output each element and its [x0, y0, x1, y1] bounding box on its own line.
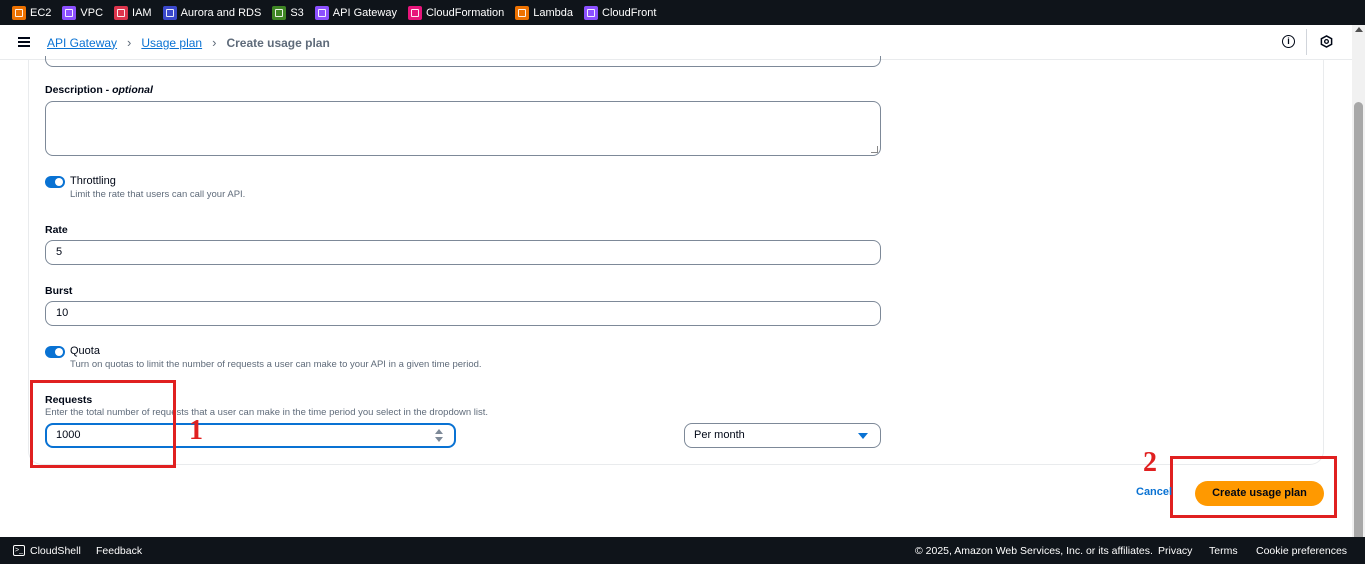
quota-label: Quota	[70, 345, 100, 357]
service-shortcut-s3[interactable]: S3	[272, 5, 304, 20]
info-icon[interactable]: i	[1282, 35, 1295, 48]
resize-grip-icon[interactable]	[871, 146, 878, 153]
rate-label: Rate	[45, 224, 68, 236]
breadcrumb-usage-plan[interactable]: Usage plan	[141, 36, 202, 50]
description-label: Description - optional	[45, 84, 153, 96]
header-divider	[1306, 29, 1307, 55]
service-shortcut-cloudfront[interactable]: CloudFront	[584, 5, 657, 20]
service-label: Aurora and RDS	[180, 6, 262, 19]
service-label: IAM	[132, 6, 152, 19]
chevron-right-icon: ›	[127, 35, 132, 50]
service-shortcut-rds[interactable]: Aurora and RDS	[162, 5, 262, 20]
quota-toggle[interactable]	[45, 346, 65, 358]
service-label: CloudFront	[602, 6, 657, 19]
caret-down-icon	[858, 433, 868, 439]
service-shortcut-vpc[interactable]: VPC	[62, 5, 104, 20]
privacy-link[interactable]: Privacy	[1158, 545, 1192, 557]
burst-input[interactable]: 10	[45, 301, 881, 326]
rds-icon	[162, 5, 177, 20]
description-label-text: Description -	[45, 84, 113, 96]
quota-period-select[interactable]: Per month	[684, 423, 881, 448]
hamburger-menu-icon[interactable]	[18, 37, 30, 47]
console-footer: >_ CloudShell Feedback © 2025, Amazon We…	[0, 537, 1365, 564]
description-textarea[interactable]	[45, 101, 881, 156]
breadcrumb-current: Create usage plan	[226, 35, 330, 50]
service-label: VPC	[80, 6, 104, 19]
feedback-link[interactable]: Feedback	[96, 545, 142, 557]
ec2-icon	[12, 5, 26, 20]
scroll-up-arrow-icon[interactable]	[1355, 27, 1363, 32]
throttling-description: Limit the rate that users can call your …	[70, 189, 246, 200]
cloudshell-link[interactable]: CloudShell	[30, 545, 81, 557]
cloudshell-icon[interactable]: >_	[13, 545, 25, 556]
cookie-preferences-link[interactable]: Cookie preferences	[1256, 545, 1347, 557]
throttling-label: Throttling	[70, 175, 116, 187]
service-label: S3	[290, 6, 304, 19]
service-label: CloudFormation	[425, 6, 505, 19]
copyright-text: © 2025, Amazon Web Services, Inc. or its…	[915, 545, 1153, 557]
quota-description: Turn on quotas to limit the number of re…	[70, 359, 482, 370]
optional-tag: optional	[112, 84, 153, 96]
burst-label: Burst	[45, 285, 73, 297]
service-label: API Gateway	[332, 6, 397, 19]
api-gateway-icon	[314, 5, 329, 20]
cloudformation-icon	[407, 5, 422, 20]
service-label: EC2	[30, 6, 52, 19]
services-bar: EC2 VPC IAM Aurora and RDS S3 API Gatewa…	[0, 0, 1365, 25]
cloudfront-icon	[584, 5, 599, 20]
annotation-number-2: 2	[1143, 447, 1157, 478]
service-shortcut-iam[interactable]: IAM	[114, 5, 152, 20]
breadcrumb-api-gateway[interactable]: API Gateway	[47, 36, 117, 50]
service-shortcut-api-gateway[interactable]: API Gateway	[314, 5, 397, 20]
quota-period-value: Per month	[694, 429, 745, 441]
throttling-toggle[interactable]	[45, 176, 65, 188]
chevron-right-icon: ›	[212, 35, 217, 50]
lambda-icon	[515, 5, 530, 20]
name-field-partial[interactable]	[45, 56, 881, 67]
breadcrumb: API Gateway › Usage plan › Create usage …	[47, 35, 330, 50]
service-shortcut-ec2[interactable]: EC2	[12, 5, 52, 20]
vpc-icon	[62, 5, 77, 20]
breadcrumb-bar: API Gateway › Usage plan › Create usage …	[0, 25, 1352, 60]
s3-icon	[272, 5, 287, 20]
annotation-number-1: 1	[189, 415, 203, 446]
annotation-box-1	[30, 380, 176, 468]
terms-link[interactable]: Terms	[1209, 545, 1238, 557]
number-stepper-icon[interactable]	[435, 429, 443, 443]
cancel-button[interactable]: Cancel	[1136, 486, 1172, 498]
iam-icon	[114, 5, 129, 20]
service-label: Lambda	[533, 6, 574, 19]
scrollbar-thumb[interactable]	[1354, 102, 1363, 550]
create-usage-plan-button[interactable]: Create usage plan	[1195, 481, 1324, 506]
service-shortcut-cloudformation[interactable]: CloudFormation	[407, 5, 505, 20]
settings-hexagon-icon[interactable]	[1320, 35, 1333, 48]
service-shortcut-lambda[interactable]: Lambda	[515, 5, 574, 20]
rate-input[interactable]: 5	[45, 240, 881, 265]
